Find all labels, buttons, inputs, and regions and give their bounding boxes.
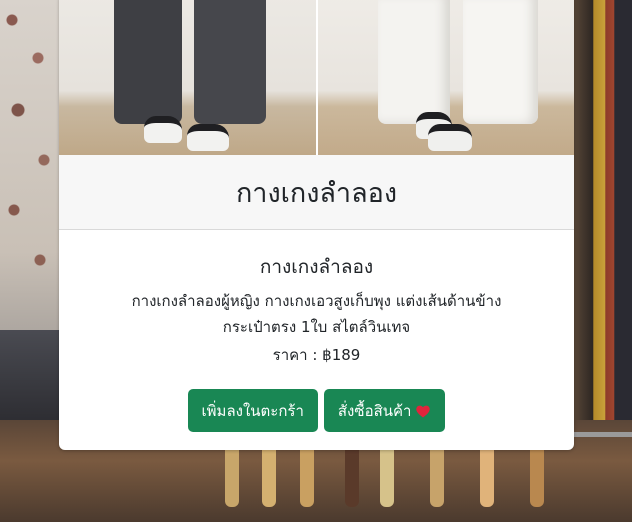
background-clothing-right [572,0,632,430]
product-image [59,0,574,155]
shoe [144,116,182,143]
heart-icon [416,405,431,417]
product-description-line: กระเป๋าตรง 1ใบ สไตล์วินเทจ [222,318,411,336]
card-header: กางเกงลำลอง [59,155,574,230]
order-button[interactable]: สั่งซื้อสินค้า [323,389,446,432]
background-folded-clothes [0,330,60,425]
pant-leg [114,0,182,124]
product-description: กางเกงลำลองผู้หญิง กางเกงเอวสูงเก็บพุง แ… [79,288,554,340]
product-actions: เพิ่มลงในตะกร้า สั่งซื้อสินค้า [59,389,574,432]
product-header-title: กางเกงลำลอง [235,177,398,209]
product-photo-white [317,0,574,155]
add-to-cart-label: เพิ่มลงในตะกร้า [201,401,304,420]
product-description-line: กางเกงลำลองผู้หญิง กางเกงเอวสูงเก็บพุง แ… [131,292,502,310]
pant-leg [194,0,266,124]
shoe [427,124,472,151]
product-photo-dark [59,0,316,155]
shoe [187,124,229,151]
add-to-cart-button[interactable]: เพิ่มลงในตะกร้า [187,389,318,432]
product-card: กางเกงลำลอง กางเกงลำลอง กางเกงลำลองผู้หญ… [59,0,574,450]
pant-leg [377,0,450,124]
card-body: กางเกงลำลอง กางเกงลำลองผู้หญิง กางเกงเอว… [59,230,574,366]
product-price: ราคา : ฿189 [272,346,361,364]
product-name: กางเกงลำลอง [259,256,374,278]
pant-leg [462,0,538,124]
order-label: สั่งซื้อสินค้า [337,401,412,420]
